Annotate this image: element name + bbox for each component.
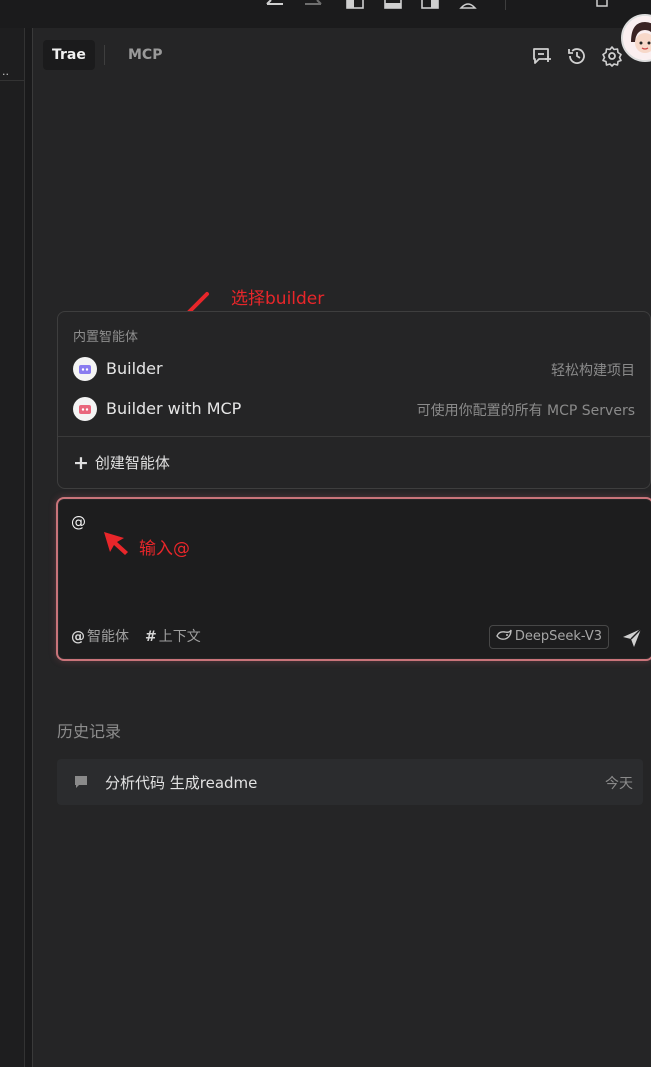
send-icon[interactable] (621, 627, 643, 649)
agent-option-builder[interactable]: Builder 轻松构建项目 (58, 350, 650, 388)
tab-mcp[interactable]: MCP (128, 40, 162, 70)
agent-name: Builder (106, 359, 163, 378)
agent-dropdown: 内置智能体 Builder 轻松构建项目 Builder with MCP 可使… (57, 311, 651, 489)
toolbar-divider (505, 0, 506, 10)
dropdown-divider (58, 436, 650, 437)
hash-icon: # (145, 629, 157, 645)
agent-option-builder-with-mcp[interactable]: Builder with MCP 可使用你配置的所有 MCP Servers (58, 390, 650, 428)
chat-input[interactable]: @ @ 智能体 # 上下文 DeepSeek-V3 (57, 498, 651, 660)
title-bar (0, 0, 651, 28)
deepseek-whale-icon (496, 629, 512, 640)
tab-trae[interactable]: Trae (43, 40, 95, 70)
builder-mcp-agent-icon (73, 397, 97, 421)
window-restore-icon[interactable] (596, 0, 610, 8)
agent-description: 可使用你配置的所有 MCP Servers (416, 403, 635, 419)
new-chat-icon[interactable] (530, 45, 552, 67)
builder-agent-icon (73, 357, 97, 381)
history-item-date: 今天 (605, 776, 633, 792)
annotation-pointer-icon (104, 532, 128, 555)
back-arrow-icon[interactable] (265, 0, 285, 8)
agent-mention-label: 智能体 (87, 629, 129, 645)
history-icon[interactable] (566, 45, 588, 67)
chat-bubble-icon (75, 776, 87, 788)
settings-icon[interactable] (601, 45, 623, 67)
tab-divider (104, 45, 105, 65)
ai-chat-panel: Trae MCP 选择builder 内置智能体 Builder 轻松构建项目 … (32, 14, 651, 1067)
panel-splitter[interactable] (25, 28, 32, 1067)
forward-arrow-icon[interactable] (303, 0, 323, 8)
dropdown-section-title: 内置智能体 (73, 330, 139, 345)
history-item[interactable]: 分析代码 生成readme 今天 (57, 759, 643, 805)
account-icon[interactable] (459, 0, 477, 9)
history-item-title: 分析代码 生成readme (105, 774, 258, 792)
annotation-select-builder: 选择builder (231, 289, 325, 309)
agent-mention-button[interactable]: @ 智能体 (71, 626, 129, 646)
agent-name: Builder with MCP (106, 399, 242, 418)
left-pane-divider (0, 80, 24, 81)
model-name: DeepSeek-V3 (514, 629, 602, 644)
agent-description: 轻松构建项目 (551, 363, 635, 379)
chat-input-value: @ (71, 513, 86, 531)
layout-bottom-icon[interactable] (384, 0, 402, 9)
context-label: 上下文 (158, 629, 201, 645)
create-agent-button[interactable]: + 创建智能体 (73, 452, 170, 476)
layout-left-icon[interactable] (346, 0, 364, 9)
create-agent-label: 创建智能体 (94, 454, 170, 472)
model-selector[interactable]: DeepSeek-V3 (488, 625, 609, 649)
at-icon: @ (71, 629, 85, 645)
left-side-pane: ·· (0, 28, 25, 1067)
layout-right-icon[interactable] (421, 0, 439, 9)
history-title: 历史记录 (57, 722, 122, 741)
plus-icon: + (73, 452, 89, 474)
annotation-type-at: 输入@ (139, 539, 190, 559)
context-button[interactable]: # 上下文 (145, 626, 201, 646)
